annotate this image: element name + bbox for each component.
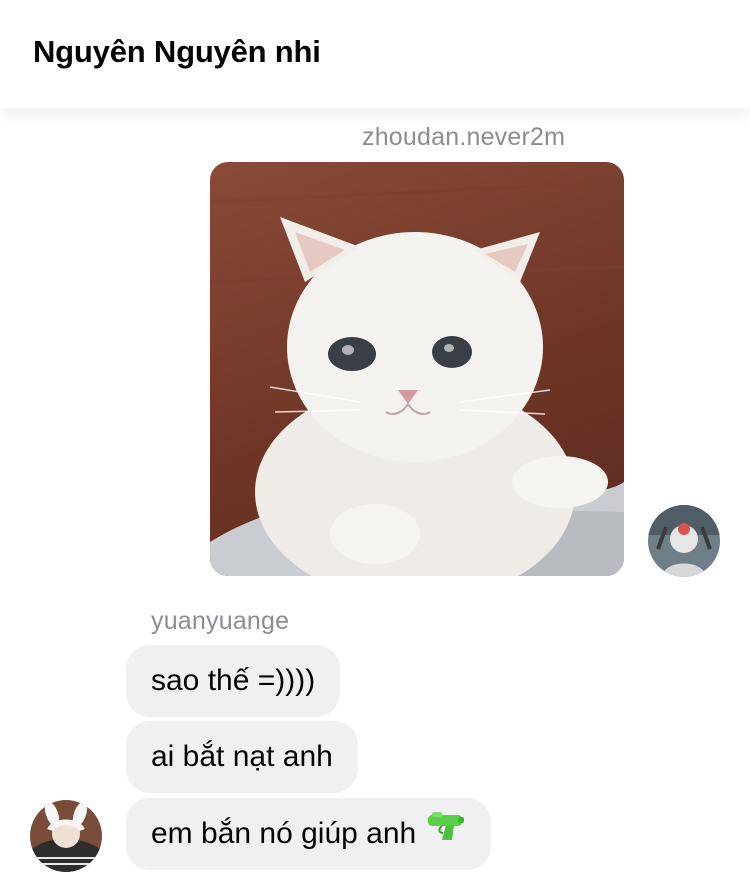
water-pistol-icon xyxy=(426,796,466,868)
sender-name: yuanyuange xyxy=(151,607,290,635)
avatar-image xyxy=(30,800,102,872)
user-avatar[interactable] xyxy=(648,505,720,577)
page-title[interactable]: Nguyên Nguyên nhi xyxy=(33,34,321,70)
sender-name: zhoudan.never2m xyxy=(362,123,566,151)
conversation-header: Nguyên Nguyên nhi xyxy=(0,0,750,108)
message-bubble[interactable]: ai bắt nạt anh xyxy=(126,721,358,793)
user-avatar[interactable] xyxy=(30,800,102,872)
cat-image xyxy=(210,180,624,576)
message-bubble[interactable]: sao thế =)))) xyxy=(126,645,341,717)
avatar-image xyxy=(648,505,720,577)
cat-photo-message[interactable] xyxy=(210,162,624,576)
message-text: sao thế =)))) xyxy=(151,664,316,697)
message-text: em bắn nó giúp anh xyxy=(151,817,417,850)
message-bubble[interactable]: em bắn nó giúp anh xyxy=(126,796,492,870)
message-text: ai bắt nạt anh xyxy=(151,740,333,773)
